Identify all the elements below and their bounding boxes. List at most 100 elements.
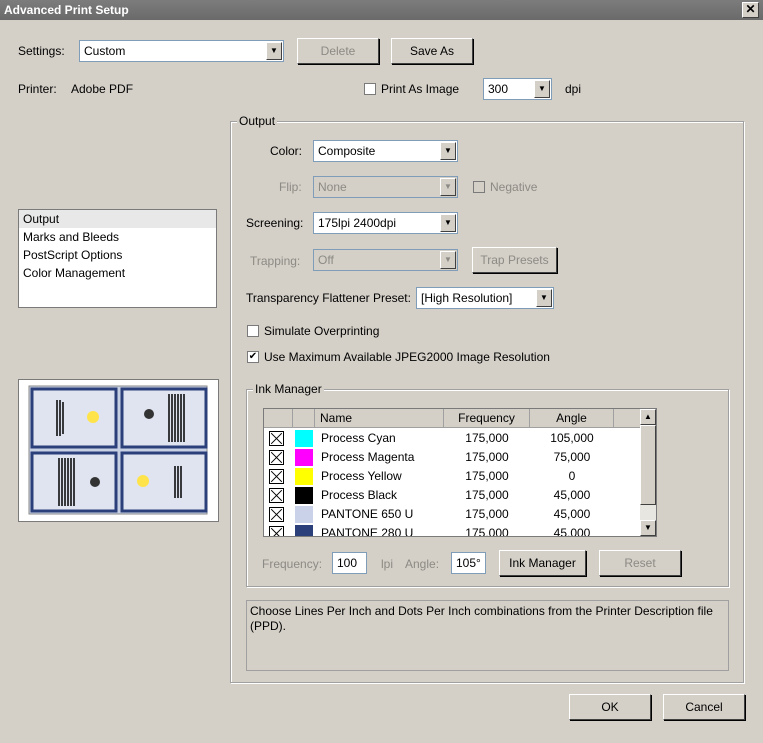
table-row[interactable]: PANTONE 650 U 175,000 45,000: [264, 505, 644, 524]
trap-presets-button[interactable]: Trap Presets: [472, 247, 557, 273]
close-icon[interactable]: ✕: [742, 2, 759, 18]
ink-frequency: 175,000: [465, 431, 509, 445]
flattener-value: [High Resolution]: [421, 291, 513, 305]
ink-frequency: 175,000: [465, 526, 509, 537]
simulate-overprinting-label: Simulate Overprinting: [264, 324, 380, 338]
ink-table-scrollbar[interactable]: ▲ ▼: [640, 409, 656, 536]
ink-table: Name Frequency Angle Process Cyan 175,00…: [263, 408, 657, 537]
chevron-down-icon: ▼: [440, 214, 456, 232]
ink-name: Process Magenta: [321, 450, 415, 464]
dpi-dropdown[interactable]: 300 ▼: [483, 78, 552, 100]
ink-angle: 45,000: [553, 526, 591, 537]
settings-label: Settings:: [18, 44, 65, 58]
print-ink-checkbox[interactable]: [269, 431, 284, 446]
save-as-button[interactable]: Save As: [391, 38, 473, 64]
ink-col-filler: [614, 409, 640, 428]
table-row[interactable]: PANTONE 280 U 175,000 45,000: [264, 524, 644, 537]
color-label: Color:: [270, 144, 303, 158]
ink-col-swatch: [293, 409, 315, 428]
jpeg2000-label: Use Maximum Available JPEG2000 Image Res…: [264, 350, 550, 364]
ink-angle: 0: [568, 469, 576, 483]
printer-value: Adobe PDF: [71, 82, 134, 96]
color-dropdown[interactable]: Composite ▼: [313, 140, 458, 162]
dpi-unit: dpi: [565, 82, 582, 96]
flip-label: Flip:: [279, 180, 302, 194]
chevron-down-icon: ▼: [536, 289, 552, 307]
print-ink-checkbox[interactable]: [269, 450, 284, 465]
trapping-value: Off: [318, 253, 334, 267]
scroll-down-icon[interactable]: ▼: [640, 520, 656, 536]
screening-value: 175lpi 2400dpi: [318, 216, 397, 230]
print-as-image-label: Print As Image: [381, 82, 460, 96]
print-ink-checkbox[interactable]: [269, 507, 284, 522]
settings-dropdown[interactable]: Custom ▼: [79, 40, 284, 62]
ink-name: PANTONE 280 U: [321, 526, 414, 537]
ok-button[interactable]: OK: [569, 694, 651, 720]
ink-col-angle[interactable]: Angle: [530, 409, 614, 428]
ink-angle: 105,000: [550, 431, 594, 445]
ink-col-frequency[interactable]: Frequency: [444, 409, 530, 428]
cancel-button[interactable]: Cancel: [663, 694, 745, 720]
frequency-input[interactable]: 100: [332, 552, 367, 574]
flip-value: None: [318, 180, 347, 194]
ink-angle: 45,000: [553, 488, 591, 502]
ink-swatch: [295, 506, 313, 523]
negative-checkbox[interactable]: [473, 181, 485, 193]
table-row[interactable]: Process Magenta 175,000 75,000: [264, 448, 644, 467]
ink-manager-group-title: Ink Manager: [253, 382, 324, 396]
ink-angle: 75,000: [553, 450, 591, 464]
ink-angle: 45,000: [553, 507, 591, 521]
reset-button[interactable]: Reset: [599, 550, 681, 576]
output-group-title: Output: [237, 114, 278, 128]
flip-dropdown[interactable]: None ▼: [313, 176, 458, 198]
ink-frequency: 175,000: [465, 507, 509, 521]
sidebar-item-output[interactable]: Output: [19, 210, 216, 228]
ink-name: Process Yellow: [321, 469, 402, 483]
description-text: Choose Lines Per Inch and Dots Per Inch …: [250, 604, 713, 633]
lpi-label: lpi: [381, 557, 394, 571]
print-ink-checkbox[interactable]: [269, 469, 284, 484]
ink-frequency: 175,000: [465, 488, 509, 502]
angle-label: Angle:: [405, 557, 440, 571]
simulate-overprinting-checkbox[interactable]: [247, 325, 259, 337]
ink-swatch: [295, 468, 313, 485]
settings-value: Custom: [84, 44, 126, 58]
table-row[interactable]: Process Yellow 175,000 0: [264, 467, 644, 486]
frequency-label: Frequency:: [262, 557, 323, 571]
sidebar-item-marks-and-bleeds[interactable]: Marks and Bleeds: [19, 228, 216, 246]
ink-frequency: 175,000: [465, 469, 509, 483]
trapping-label: Trapping:: [250, 254, 301, 268]
negative-label: Negative: [490, 180, 538, 194]
print-as-image-checkbox[interactable]: [364, 83, 376, 95]
print-ink-checkbox[interactable]: [269, 488, 284, 503]
chevron-down-icon: ▼: [266, 42, 282, 60]
angle-input[interactable]: 105°: [451, 552, 486, 574]
printer-label: Printer:: [18, 82, 57, 96]
window-title: Advanced Print Setup: [0, 0, 763, 20]
trapping-dropdown[interactable]: Off ▼: [313, 249, 458, 271]
scroll-thumb[interactable]: [640, 425, 656, 505]
flattener-label: Transparency Flattener Preset:: [246, 291, 411, 305]
delete-button[interactable]: Delete: [297, 38, 379, 64]
scroll-up-icon[interactable]: ▲: [640, 409, 656, 425]
chevron-down-icon: ▼: [534, 80, 550, 98]
description-box: Choose Lines Per Inch and Dots Per Inch …: [246, 600, 729, 671]
chevron-down-icon: ▼: [440, 142, 456, 160]
ink-col-print: [264, 409, 293, 428]
table-row[interactable]: Process Cyan 175,000 105,000: [264, 429, 644, 448]
ink-swatch: [295, 430, 313, 447]
sidebar-item-color-management[interactable]: Color Management: [19, 264, 216, 282]
screening-dropdown[interactable]: 175lpi 2400dpi ▼: [313, 212, 458, 234]
table-row[interactable]: Process Black 175,000 45,000: [264, 486, 644, 505]
ink-swatch: [295, 525, 313, 536]
ink-manager-button[interactable]: Ink Manager: [499, 550, 586, 576]
preview-image: [28, 385, 208, 515]
flattener-dropdown[interactable]: [High Resolution] ▼: [416, 287, 554, 309]
jpeg2000-checkbox[interactable]: ✔: [247, 351, 259, 363]
sidebar-item-postscript-options[interactable]: PostScript Options: [19, 246, 216, 264]
screening-label: Screening:: [246, 216, 304, 230]
print-ink-checkbox[interactable]: [269, 526, 284, 536]
ink-swatch: [295, 449, 313, 466]
ink-col-name[interactable]: Name: [315, 409, 444, 428]
dpi-value: 300: [488, 82, 509, 96]
